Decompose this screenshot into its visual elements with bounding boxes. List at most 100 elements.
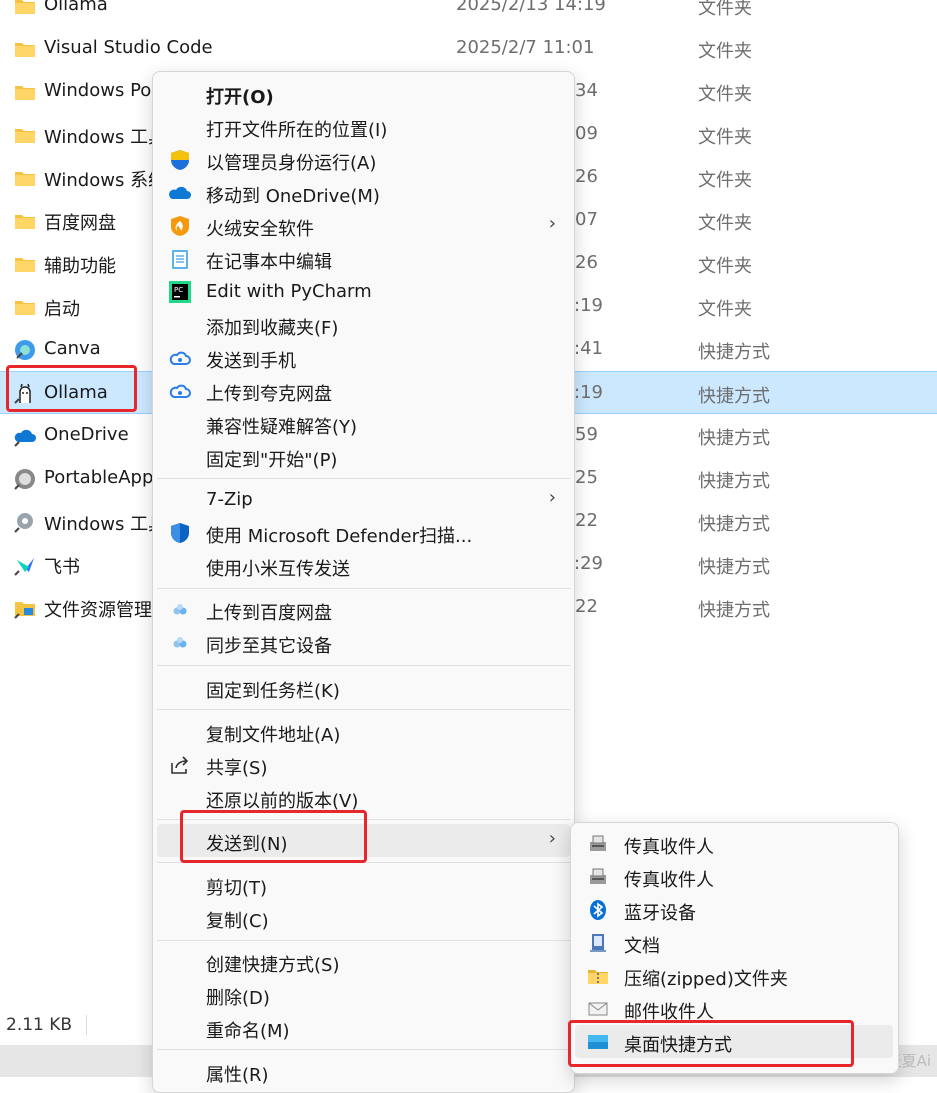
submenu-item-label: 文档 bbox=[624, 936, 660, 957]
menu-item-delete[interactable]: 删除(D) bbox=[157, 978, 570, 1011]
submenu-item-label: 传真收件人 bbox=[624, 870, 714, 891]
menu-item-upload-to-baidu[interactable]: 上传到百度网盘 bbox=[157, 593, 570, 626]
menu-item-7zip[interactable]: 7-Zip › bbox=[157, 483, 570, 516]
menu-separator bbox=[157, 478, 570, 479]
submenu-item-label: 传真收件人 bbox=[624, 837, 714, 858]
send-to-bluetooth-device[interactable]: 蓝牙设备 bbox=[575, 893, 893, 926]
file-name: Windows 工具 bbox=[44, 514, 167, 535]
file-type: 文件夹 bbox=[698, 41, 752, 62]
menu-item-send-to-phone[interactable]: 发送到手机 bbox=[157, 341, 570, 374]
menu-item-copy[interactable]: 复制(C) bbox=[157, 901, 570, 934]
menu-item-label: 创建快捷方式(S) bbox=[206, 955, 340, 976]
mail-icon bbox=[588, 1002, 608, 1016]
defender-shield-icon bbox=[171, 523, 189, 543]
menu-item-label: 使用小米互传发送 bbox=[206, 559, 350, 580]
menu-item-label: 同步至其它设备 bbox=[206, 636, 332, 657]
menu-item-rename[interactable]: 重命名(M) bbox=[157, 1011, 570, 1044]
menu-item-open-file-location[interactable]: 打开文件所在的位置(I) bbox=[157, 110, 570, 143]
quark-cloud-icon bbox=[169, 351, 191, 365]
file-name: Visual Studio Code bbox=[44, 37, 213, 58]
menu-item-run-as-admin[interactable]: 以管理员身份运行(A) bbox=[157, 143, 570, 176]
file-name: 辅助功能 bbox=[44, 256, 116, 277]
file-type: 文件夹 bbox=[698, 0, 752, 19]
menu-separator bbox=[157, 940, 570, 941]
status-file-size: 2.11 KB bbox=[6, 1015, 73, 1035]
folder-icon bbox=[15, 43, 35, 57]
menu-item-xiaomi-share[interactable]: 使用小米互传发送 bbox=[157, 549, 570, 582]
menu-item-move-to-onedrive[interactable]: 移动到 OneDrive(M) bbox=[157, 176, 570, 209]
file-date: 59 bbox=[575, 424, 598, 445]
file-type: 文件夹 bbox=[698, 170, 752, 191]
menu-item-pin-to-taskbar[interactable]: 固定到任务栏(K) bbox=[157, 671, 570, 704]
file-date: :19 bbox=[574, 295, 603, 316]
menu-item-properties[interactable]: 属性(R) bbox=[157, 1055, 570, 1088]
submenu-item-label: 蓝牙设备 bbox=[624, 903, 696, 924]
folder-icon bbox=[15, 215, 35, 229]
share-icon bbox=[171, 756, 189, 774]
menu-item-label: Edit with PyCharm bbox=[206, 281, 372, 302]
menu-item-label: 上传到夸克网盘 bbox=[206, 384, 332, 405]
pycharm-icon: PC bbox=[169, 281, 191, 303]
folder-icon bbox=[15, 0, 35, 14]
file-type: 快捷方式 bbox=[698, 600, 770, 621]
menu-item-label: 上传到百度网盘 bbox=[206, 603, 332, 624]
menu-item-label: 删除(D) bbox=[206, 988, 270, 1009]
file-name: Canva bbox=[44, 338, 101, 359]
file-date: 25 bbox=[575, 467, 598, 488]
context-menu: 打开(O) 打开文件所在的位置(I) 以管理员身份运行(A) 移动到 OneDr… bbox=[152, 71, 575, 1093]
file-type: 文件夹 bbox=[698, 299, 752, 320]
menu-item-upload-to-quark[interactable]: 上传到夸克网盘 bbox=[157, 374, 570, 407]
menu-item-open[interactable]: 打开(O) bbox=[157, 77, 570, 110]
baidu-netdisk-icon bbox=[173, 604, 187, 615]
send-to-fax-recipient[interactable]: 传真收件人 bbox=[575, 827, 893, 860]
file-type: 快捷方式 bbox=[698, 557, 770, 578]
folder-icon bbox=[15, 86, 35, 100]
send-to-fax-recipient-2[interactable]: 传真收件人 bbox=[575, 860, 893, 893]
huorong-icon bbox=[171, 216, 189, 236]
file-name: Windows 工具 bbox=[44, 127, 167, 148]
file-date: 34 bbox=[575, 80, 598, 101]
menu-item-label: 使用 Microsoft Defender扫描... bbox=[206, 526, 473, 547]
menu-item-defender-scan[interactable]: 使用 Microsoft Defender扫描... bbox=[157, 516, 570, 549]
file-type: 快捷方式 bbox=[698, 471, 770, 492]
menu-item-share[interactable]: 共享(S) bbox=[157, 748, 570, 781]
menu-item-huorong[interactable]: 火绒安全软件 › bbox=[157, 209, 570, 242]
feishu-icon bbox=[14, 558, 34, 576]
file-date: 2025/2/13 14:19 bbox=[456, 0, 606, 15]
menu-item-create-shortcut[interactable]: 创建快捷方式(S) bbox=[157, 945, 570, 978]
menu-item-compatibility-troubleshoot[interactable]: 兼容性疑难解答(Y) bbox=[157, 407, 570, 440]
menu-item-add-to-favorites[interactable]: 添加到收藏夹(F) bbox=[157, 308, 570, 341]
menu-item-sync-to-other-devices[interactable]: 同步至其它设备 bbox=[157, 626, 570, 659]
file-name: PortableApps bbox=[44, 467, 163, 488]
uac-shield-icon bbox=[171, 150, 189, 170]
menu-item-cut[interactable]: 剪切(T) bbox=[157, 868, 570, 901]
file-name: 启动 bbox=[44, 299, 80, 320]
send-to-zip-folder[interactable]: 压缩(zipped)文件夹 bbox=[575, 959, 893, 992]
menu-item-label: 共享(S) bbox=[206, 758, 268, 779]
file-date: 26 bbox=[575, 166, 598, 187]
annotation-highlight-ollama bbox=[6, 365, 137, 412]
file-type: 快捷方式 bbox=[698, 514, 770, 535]
menu-item-pin-to-start[interactable]: 固定到"开始"(P) bbox=[157, 440, 570, 473]
menu-item-label: 复制(C) bbox=[206, 911, 269, 932]
windows-tools-icon bbox=[14, 513, 33, 533]
menu-item-copy-file-path[interactable]: 复制文件地址(A) bbox=[157, 715, 570, 748]
folder-icon bbox=[15, 301, 35, 315]
file-date: :29 bbox=[574, 553, 603, 574]
menu-separator bbox=[157, 1049, 570, 1050]
menu-item-edit-with-pycharm[interactable]: PC Edit with PyCharm bbox=[157, 275, 570, 308]
submenu-item-label: 压缩(zipped)文件夹 bbox=[624, 969, 788, 990]
send-to-documents[interactable]: 文档 bbox=[575, 926, 893, 959]
file-row-vscode-folder[interactable]: Visual Studio Code 2025/2/7 11:01 文件夹 bbox=[0, 27, 937, 70]
file-row-ollama-folder[interactable]: Ollama 2025/2/13 14:19 文件夹 bbox=[0, 0, 937, 27]
menu-item-label: 以管理员身份运行(A) bbox=[206, 153, 377, 174]
bluetooth-icon bbox=[590, 900, 606, 920]
menu-separator bbox=[157, 588, 570, 589]
file-name: 飞书 bbox=[44, 557, 80, 578]
menu-item-label: 剪切(T) bbox=[206, 878, 268, 899]
file-date: :41 bbox=[574, 338, 603, 359]
file-date: :19 bbox=[574, 382, 603, 403]
chevron-right-icon: › bbox=[548, 213, 556, 234]
menu-item-edit-in-notepad[interactable]: 在记事本中编辑 bbox=[157, 242, 570, 275]
file-type: 文件夹 bbox=[698, 256, 752, 277]
